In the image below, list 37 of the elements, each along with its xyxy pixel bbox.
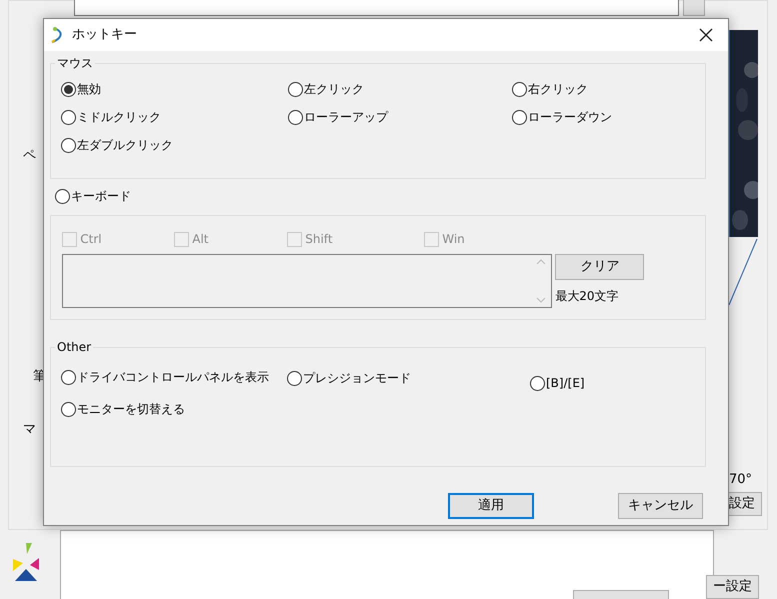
window-title: ホットキー: [72, 26, 137, 44]
scroll-down-icon: [536, 297, 546, 303]
apply-button[interactable]: 適用: [448, 493, 534, 519]
radio-label[interactable]: ミドルクリック: [77, 108, 161, 126]
label-text: ペ: [23, 147, 36, 165]
settings-button[interactable]: ー設定: [706, 575, 759, 599]
close-icon: [699, 28, 713, 42]
text-area[interactable]: [62, 254, 552, 308]
radio-button[interactable]: [530, 376, 545, 390]
radio-label[interactable]: ローラーダウン: [528, 108, 612, 126]
cancel-button[interactable]: キャンセル: [618, 493, 703, 519]
radio-button[interactable]: [61, 402, 76, 416]
radio-label[interactable]: 左クリック: [304, 80, 364, 98]
radio-label[interactable]: ローラーアップ: [304, 108, 388, 126]
radio-button[interactable]: [512, 82, 527, 96]
radio-label[interactable]: 左ダブルクリック: [77, 136, 173, 154]
label-text: マ: [23, 421, 36, 439]
radio-label[interactable]: 無効: [77, 80, 101, 98]
label-text: 70°: [729, 471, 752, 489]
radio-label[interactable]: [B]/[E]: [546, 374, 585, 392]
radio-button[interactable]: [288, 110, 303, 124]
logo-icon: [11, 541, 41, 583]
radio-label[interactable]: モニターを切替える: [77, 400, 185, 418]
text-field[interactable]: [74, 0, 679, 16]
radio-button[interactable]: [61, 370, 76, 384]
radio-label[interactable]: ドライバコントロールパネルを表示: [77, 368, 269, 386]
radio-label[interactable]: プレシジョンモード: [303, 369, 411, 387]
radio-button[interactable]: [288, 82, 303, 96]
scroll-up-icon: [536, 259, 546, 265]
diagonal-line: [727, 237, 759, 307]
radio-button[interactable]: [512, 110, 527, 124]
limit-note: 最大20文字: [555, 288, 620, 305]
radio-button[interactable]: [61, 138, 76, 152]
radio-button[interactable]: [61, 110, 76, 124]
radio-label[interactable]: 右クリック: [528, 80, 588, 98]
radio-button[interactable]: [287, 370, 302, 386]
radio-button[interactable]: [61, 82, 76, 96]
